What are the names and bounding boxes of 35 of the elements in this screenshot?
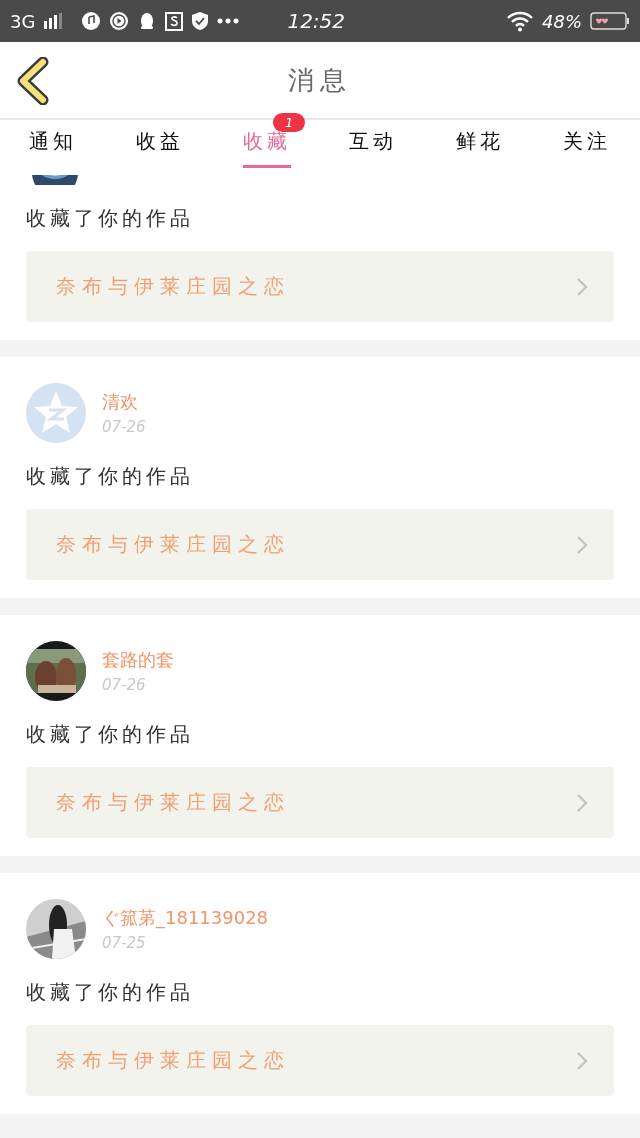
page-title: 消息 xyxy=(288,63,352,97)
more-icon xyxy=(217,18,240,24)
clock: 12:52 xyxy=(287,9,346,33)
chevron-right-icon xyxy=(576,276,588,297)
play-icon xyxy=(109,11,130,31)
battery-icon xyxy=(590,12,630,30)
message-text: 收藏了你的作品 xyxy=(26,205,195,231)
back-button[interactable] xyxy=(16,57,50,105)
battery-label: 48% xyxy=(542,10,582,32)
chevron-right-icon xyxy=(576,1050,588,1071)
work-link[interactable]: 奈布与伊莱庄园之恋 xyxy=(26,1025,614,1096)
network-label: 3G xyxy=(10,10,36,32)
tab[interactable]: 通知 xyxy=(29,120,78,168)
tab[interactable]: 互动 xyxy=(349,120,398,168)
tab[interactable]: 鲜花 xyxy=(456,120,504,168)
count-badge: 1 xyxy=(273,113,306,132)
work-link[interactable]: 奈布与伊莱庄园之恋 xyxy=(26,251,614,322)
message-text: 收藏了你的作品 xyxy=(26,721,195,747)
message-text: 收藏了你的作品 xyxy=(26,979,195,1005)
square-s-icon xyxy=(165,11,184,31)
chevron-right-icon xyxy=(576,534,588,555)
music-icon xyxy=(81,11,102,31)
user-name[interactable]: 清欢 xyxy=(102,390,146,414)
default-avatar-icon xyxy=(26,383,86,443)
message-text: 收藏了你的作品 xyxy=(26,463,195,489)
tab[interactable]: 收益 xyxy=(136,120,184,168)
wifi-icon xyxy=(506,10,534,32)
user-name[interactable]: ぐ箛苐_181139028 xyxy=(102,906,269,930)
signal-icon xyxy=(43,13,64,29)
chevron-right-icon xyxy=(576,792,588,813)
work-link[interactable]: 奈布与伊莱庄园之恋 xyxy=(26,767,614,838)
tab[interactable]: 关注 xyxy=(562,120,611,168)
shield-icon xyxy=(191,11,210,31)
user-name[interactable]: 套路的套 xyxy=(102,648,174,672)
work-link[interactable]: 奈布与伊莱庄园之恋 xyxy=(26,509,614,580)
